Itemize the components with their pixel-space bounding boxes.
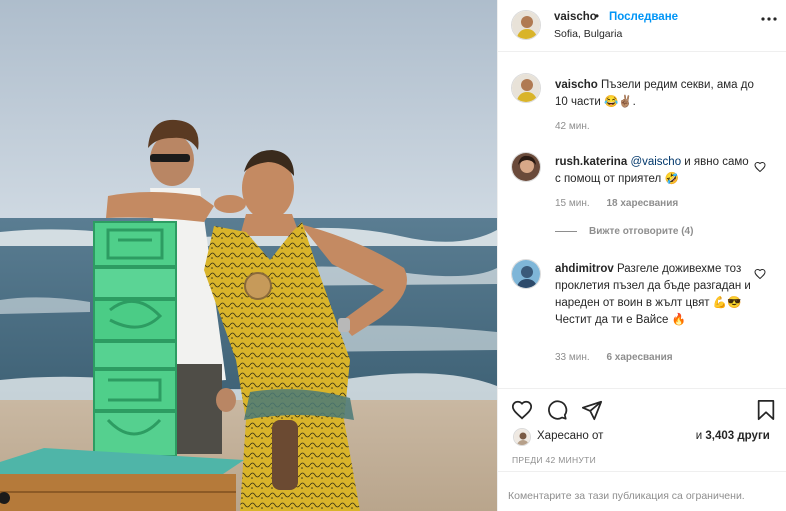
liked-by-user-redacted[interactable]: [607, 431, 693, 441]
caption-time[interactable]: 42 мин.: [555, 121, 590, 132]
post-image: [0, 0, 497, 511]
caption-username[interactable]: vaischo: [555, 79, 598, 91]
more-horizontal-icon[interactable]: [759, 13, 779, 31]
comment-time[interactable]: 15 мин.: [555, 198, 590, 209]
post-header: vaischo • Последване Sofia, Bulgaria: [498, 0, 786, 52]
bookmark-icon[interactable]: [755, 399, 777, 421]
post-timestamp[interactable]: ПРЕДИ 42 МИНУТИ: [512, 455, 596, 465]
post-actions: [498, 388, 786, 430]
commenter-avatar[interactable]: [511, 152, 541, 182]
comments-restricted-text: Коментарите за тази публикация са ограни…: [508, 490, 745, 502]
replies-divider: [555, 230, 577, 232]
comment-like-heart-icon[interactable]: [754, 268, 766, 280]
comment-username[interactable]: rush.katerina: [555, 156, 627, 168]
post-photo[interactable]: [0, 0, 497, 511]
comment-like-heart-icon[interactable]: [754, 161, 766, 173]
header-separator: •: [595, 11, 600, 23]
comments-list: vaischo Пъзели редим секви, ама до 10 ча…: [498, 53, 786, 388]
liker-avatar[interactable]: [513, 428, 531, 446]
view-replies-label: Вижте отговорите (4): [589, 226, 694, 237]
comment-meta: 15 мин. 18 харесвания: [555, 198, 692, 209]
comment-username[interactable]: ahdimitrov: [555, 263, 614, 275]
send-icon[interactable]: [581, 399, 603, 421]
liked-by-conjunction: и: [695, 430, 703, 442]
author-avatar[interactable]: [511, 10, 541, 40]
liked-by-text: Харесано от и 3,403 други: [537, 430, 770, 442]
liked-by: Харесано от и 3,403 други: [498, 425, 786, 447]
comment-time[interactable]: 33 мин.: [555, 352, 590, 363]
comments-restricted-notice: Коментарите за тази публикация са ограни…: [498, 471, 786, 511]
liked-by-others[interactable]: 3,403 други: [705, 430, 769, 442]
view-replies-button[interactable]: Вижте отговорите (4): [555, 226, 693, 237]
author-username[interactable]: vaischo: [554, 11, 597, 23]
comment-likes[interactable]: 6 харесвания: [606, 352, 672, 363]
caption-text: vaischo Пъзели редим секви, ама до 10 ча…: [555, 77, 755, 111]
caption-avatar[interactable]: [511, 73, 541, 103]
caption-meta: 42 мин.: [555, 121, 604, 132]
comment-mention[interactable]: @vaischo: [630, 156, 681, 168]
post-sidebar: vaischo • Последване Sofia, Bulgaria vai…: [497, 0, 786, 511]
comment-icon[interactable]: [546, 399, 568, 421]
follow-button[interactable]: Последване: [609, 11, 678, 23]
commenter-avatar[interactable]: [511, 259, 541, 289]
comment-text: rush.katerina @vaischo и явно само с пом…: [555, 154, 755, 188]
comment-likes[interactable]: 18 харесвания: [606, 198, 678, 209]
comment-text: ahdimitrov Разгеле доживехме тоз проклет…: [555, 261, 755, 329]
heart-icon[interactable]: [511, 399, 533, 421]
post-location[interactable]: Sofia, Bulgaria: [554, 28, 622, 40]
comment-meta: 33 мин. 6 харесвания: [555, 352, 687, 363]
liked-by-prefix: Харесано от: [537, 430, 604, 442]
